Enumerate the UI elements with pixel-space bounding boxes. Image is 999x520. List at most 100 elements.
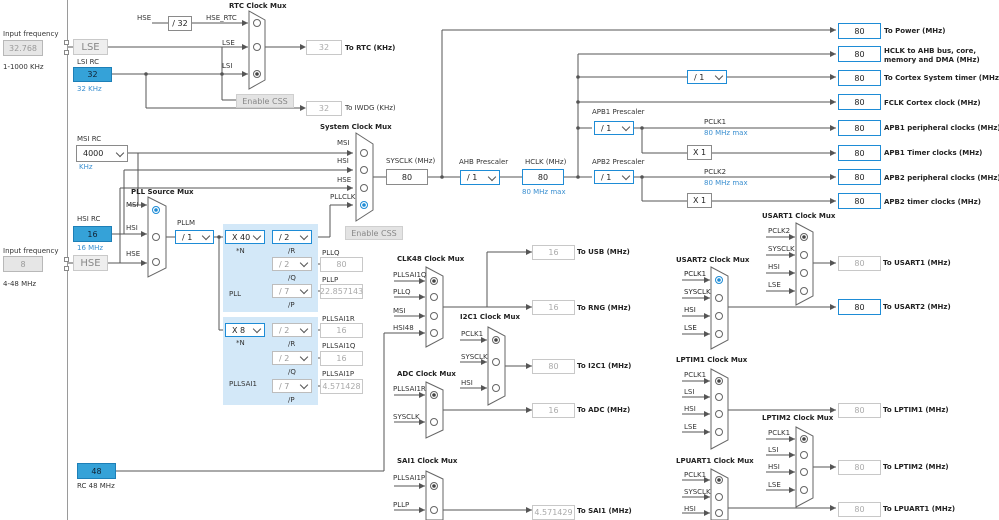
apb2-periph-output-value[interactable]: 80 xyxy=(838,169,881,185)
chevron-down-icon xyxy=(621,171,631,181)
pll-n-select[interactable]: X 40 xyxy=(225,230,265,244)
hclk-ahb-output-label-2: memory and DMA (MHz) xyxy=(884,56,980,64)
hse-range-label: 4-48 MHz xyxy=(3,280,37,288)
power-output-label: To Power (MHz) xyxy=(884,27,946,35)
sysclk-value[interactable]: 80 xyxy=(386,169,428,185)
to-sai1-label: To SAI1 (MHz) xyxy=(577,507,632,515)
hsi-freq-label: 16 MHz xyxy=(77,244,104,252)
pll-p-select[interactable]: / 7 xyxy=(272,284,312,298)
system-clock-mux-title: System Clock Mux xyxy=(320,123,392,131)
fclk-output-label: FCLK Cortex clock (MHz) xyxy=(884,99,981,107)
power-output-value[interactable]: 80 xyxy=(838,23,881,39)
chevron-down-icon xyxy=(299,231,309,241)
rtc-hse-divider[interactable]: / 32 xyxy=(168,16,192,31)
ahb-prescaler-value: / 1 xyxy=(467,173,478,182)
fclk-output-value[interactable]: 80 xyxy=(838,94,881,110)
adc-mux-title: ADC Clock Mux xyxy=(397,370,456,378)
adc-output-value: 16 xyxy=(532,403,575,418)
apb1-timer-output-value[interactable]: 80 xyxy=(838,145,881,161)
pllsai1-r-select[interactable]: / 2 xyxy=(272,323,312,337)
cortex-timer-divider-value: / 1 xyxy=(694,72,705,82)
i2c1-output-value: 80 xyxy=(532,359,575,374)
pllsai1q-label: PLLSAI1Q xyxy=(322,342,356,350)
rc48-label: RC 48 MHz xyxy=(77,482,115,490)
apb2-timer-multiplier[interactable]: X 1 xyxy=(687,193,712,208)
clk48-in3-label: MSI xyxy=(393,307,406,315)
ahb-prescaler-select[interactable]: / 1 xyxy=(460,170,500,185)
ahb-prescaler-label: AHB Prescaler xyxy=(459,158,509,166)
lpuart1-clock-mux[interactable] xyxy=(710,468,729,520)
system-clock-mux[interactable] xyxy=(355,132,374,222)
hsi-rc-label: HSI RC xyxy=(77,215,101,223)
rtc-lsi-label: LSI xyxy=(222,62,233,70)
usart2-mux-title: USART2 Clock Mux xyxy=(676,256,750,264)
lpuart1-output-value: 80 xyxy=(838,502,881,517)
usart2-output-value[interactable]: 80 xyxy=(838,299,881,315)
pll-p-label: /P xyxy=(288,301,295,309)
sysmux-msi-label: MSI xyxy=(337,139,350,147)
lse-connector-2 xyxy=(64,50,69,55)
lptim1-output-value: 80 xyxy=(838,403,881,418)
pllsai1-n-select[interactable]: X 8 xyxy=(225,323,265,337)
cortex-timer-divider-select[interactable]: / 1 xyxy=(687,70,727,84)
hse-source[interactable]: HSE xyxy=(73,255,108,271)
sai1-in2-label: PLLP xyxy=(393,501,410,509)
sysclk-label: SYSCLK (MHz) xyxy=(386,157,436,165)
rtc-clock-mux[interactable] xyxy=(248,10,266,90)
pllsai1-p-select[interactable]: / 7 xyxy=(272,379,312,393)
apb2-timer-output-value[interactable]: 80 xyxy=(838,193,881,209)
apb2-prescaler-select[interactable]: / 1 xyxy=(594,170,634,184)
pllsai1p-label: PLLSAI1P xyxy=(322,370,355,378)
adc-in2-label: SYSCLK xyxy=(393,413,420,421)
i2c1-clock-mux[interactable] xyxy=(487,326,506,406)
pll-q-select[interactable]: / 2 xyxy=(272,257,312,271)
adc-clock-mux[interactable] xyxy=(425,381,444,439)
lptim2-clock-mux[interactable] xyxy=(795,426,814,508)
iwdg-output-value: 32 xyxy=(306,101,342,116)
adc-in1-label: PLLSAI1R xyxy=(393,385,426,393)
pll-q-value: / 2 xyxy=(279,259,290,269)
chevron-down-icon xyxy=(115,148,125,157)
chevron-down-icon xyxy=(299,285,309,295)
apb1-periph-output-value[interactable]: 80 xyxy=(838,120,881,136)
pllsai1p-value: 4.571428 xyxy=(320,379,363,394)
rtc-output-value: 32 xyxy=(306,40,342,55)
sys-enable-css-button[interactable]: Enable CSS xyxy=(345,226,403,240)
pll-r-select[interactable]: / 2 xyxy=(272,230,312,244)
lse-input-freq-field[interactable]: 32.768 xyxy=(3,40,43,56)
lse-source[interactable]: LSE xyxy=(73,39,108,55)
pllsai1-p-label: /P xyxy=(288,396,295,404)
hse-input-freq-field[interactable]: 8 xyxy=(3,256,43,272)
lptim1-in4-label: LSE xyxy=(684,423,697,431)
clk48-clock-mux[interactable] xyxy=(425,266,444,348)
pll-source-mux[interactable] xyxy=(147,196,167,278)
usart2-clock-mux[interactable] xyxy=(710,266,729,350)
pllm-select[interactable]: / 1 xyxy=(175,230,214,244)
apb1-prescaler-select[interactable]: / 1 xyxy=(594,121,634,135)
lptim1-clock-mux[interactable] xyxy=(710,368,729,450)
chevron-down-icon xyxy=(252,324,262,334)
rc48-value[interactable]: 48 xyxy=(77,463,116,479)
usart1-clock-mux[interactable] xyxy=(795,222,814,306)
lptim1-in1-label: PCLK1 xyxy=(684,371,707,379)
apb1-timer-multiplier[interactable]: X 1 xyxy=(687,145,712,160)
rtc-enable-css-button[interactable]: Enable CSS xyxy=(236,94,294,108)
cortex-timer-output-value[interactable]: 80 xyxy=(838,70,881,86)
pll-n-value: X 40 xyxy=(232,232,251,242)
clk48-in1-label: PLLSAI1Q xyxy=(393,271,427,279)
pllsai1-q-select[interactable]: / 2 xyxy=(272,351,312,365)
lsi-rc-value[interactable]: 32 xyxy=(73,67,112,82)
sai1-clock-mux[interactable] xyxy=(425,470,444,520)
lptim1-in3-label: HSI xyxy=(684,405,696,413)
usart2-in1-label: PCLK1 xyxy=(684,270,707,278)
pll-q-label: /Q xyxy=(288,274,296,282)
msi-rc-select[interactable]: 4000 xyxy=(76,145,128,162)
lse-connector xyxy=(64,40,69,45)
usart2-in2-label: SYSCLK xyxy=(684,288,711,296)
to-adc-label: To ADC (MHz) xyxy=(577,406,631,414)
hsi-rc-value[interactable]: 16 xyxy=(73,226,112,242)
hclk-value[interactable]: 80 xyxy=(522,169,564,185)
usart2-in4-label: LSE xyxy=(684,324,697,332)
lptim2-in1-label: PCLK1 xyxy=(768,429,791,437)
hclk-ahb-output-value[interactable]: 80 xyxy=(838,46,881,62)
